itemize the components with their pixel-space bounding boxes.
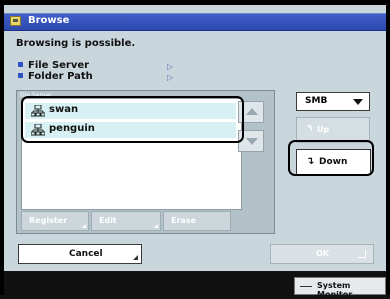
folder-path-label: Folder Path [28,71,93,82]
triangle-down-icon [246,138,258,145]
window-title: Browse [28,15,70,26]
folder-path-arrow-icon: ▷ [167,73,174,82]
folder-browse-icon [10,16,21,26]
dropdown-caret-icon [353,99,363,105]
file-server-row: File Server [18,60,89,71]
bullet-icon [18,62,23,67]
folder-path-row: Folder Path [18,71,93,82]
bullet-icon [18,73,23,78]
file-server-arrow-icon: ▷ [167,62,174,71]
list-highlight-callout [21,96,244,143]
system-monitor-button[interactable]: System Monitor [294,277,386,299]
cancel-button[interactable]: Cancel [18,244,142,264]
monitor-icon [300,286,312,287]
register-button[interactable]: Register [21,211,89,231]
ok-button[interactable]: OK [270,244,374,264]
corner-icon [154,224,158,228]
title-bar: Browse [4,13,386,31]
status-message: Browsing is possible. [16,38,136,49]
protocol-value: SMB [305,96,328,106]
down-highlight-callout [288,140,374,176]
protocol-select[interactable]: SMB [296,92,370,111]
device-bezel-right [386,0,390,295]
enter-icon [358,250,366,258]
edit-button[interactable]: Edit [91,211,161,231]
corner-icon [82,224,86,228]
corner-icon [133,255,138,260]
erase-button[interactable]: Erase [163,211,231,231]
triangle-up-icon [246,108,258,115]
file-server-label: File Server [28,60,90,71]
up-arrow-icon: ↰ [306,124,314,134]
